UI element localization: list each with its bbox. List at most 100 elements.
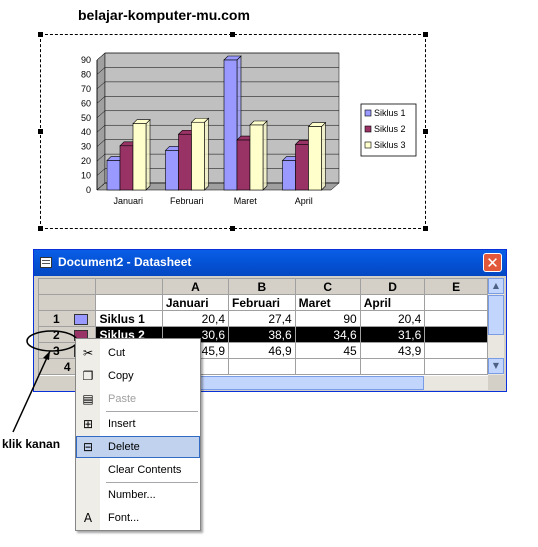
menu-separator [106,411,198,412]
annotation-label: klik kanan [2,437,61,451]
vertical-scroll-thumb[interactable] [488,295,504,335]
y-tick-label: 80 [81,69,91,79]
select-all-corner[interactable] [38,278,97,295]
menu-item-clear-contents[interactable]: Clear Contents [76,459,200,481]
bar-siklus-1 [165,150,179,191]
bar-siklus-1 [282,160,296,191]
column-header[interactable]: B [228,278,296,295]
value-cell[interactable] [294,358,361,375]
column-header[interactable]: D [359,278,426,295]
x-tick-label: Februari [170,196,204,206]
y-tick-label: 50 [81,113,91,123]
menu-item-label: Copy [108,370,134,382]
arrow-line [12,350,51,433]
menu-item-label: Number... [108,489,156,501]
vertical-scrollbar[interactable]: ▲ ▼ [488,278,504,375]
font-icon: A [83,511,93,525]
bar-siklus-3 [132,123,147,191]
datasheet-icon [40,257,52,268]
category-cell[interactable]: April [359,294,426,311]
value-cell[interactable]: 20,4 [359,310,426,327]
cell[interactable] [424,310,488,327]
value-cell[interactable]: 45 [294,342,361,359]
scroll-down-button[interactable]: ▼ [488,358,504,374]
arrow-head [43,351,50,360]
menu-item-label: Clear Contents [108,464,182,476]
value-cell[interactable]: 31,6 [359,326,426,343]
value-cell[interactable] [228,358,296,375]
column-header[interactable] [95,278,163,295]
bar-siklus-3 [191,121,205,191]
value-cell[interactable]: 27,4 [228,310,296,327]
legend-label: Siklus 3 [374,140,406,150]
delete-icon: ⊟ [82,440,94,454]
x-tick-label: Januari [113,196,143,206]
value-cell[interactable]: 34,6 [294,326,361,343]
y-tick-label: 60 [81,98,91,108]
legend-label: Siklus 2 [374,124,406,134]
x-tick-label: Maret [234,196,258,206]
site-title: belajar-komputer-mu.com [78,7,250,23]
cell[interactable] [424,294,488,311]
category-cell[interactable]: Februari [228,294,296,311]
value-cell[interactable]: 20,4 [161,310,230,327]
value-cell[interactable]: 90 [294,310,361,327]
menu-item-insert[interactable]: ⊞ Insert [76,413,200,435]
cell[interactable] [424,342,488,359]
bar-siklus-2 [119,145,134,191]
scroll-up-button[interactable]: ▲ [488,278,504,294]
menu-item-label: Delete [108,441,140,453]
bar-chart: 0 10 20 30 40 50 60 70 80 90 Januari Februari Maret A… [81,52,417,206]
horizontal-scrollbar[interactable] [164,376,488,390]
bar-side [204,117,209,191]
column-header[interactable]: E [424,278,488,295]
scissors-icon: ✂ [82,346,94,360]
context-menu: ✂ Cut ❐ Copy ▤ Paste ⊞ Insert ⊟ Delete Clear Conte… [75,338,201,531]
value-cell[interactable]: 46,9 [228,342,296,359]
close-button[interactable]: ✕ [483,253,502,272]
cell[interactable] [424,358,488,375]
legend-swatch [364,125,372,133]
column-header[interactable]: A [161,278,230,295]
y-tick-label: 70 [81,84,91,94]
menu-item-delete[interactable]: ⊟ Delete [76,436,200,458]
menu-item-font[interactable]: A Font... [76,507,200,529]
y-tick-label: 40 [81,127,91,137]
horizontal-scroll-thumb[interactable] [174,376,424,390]
category-cell[interactable]: Maret [294,294,361,311]
menu-item-copy[interactable]: ❐ Copy [76,365,200,387]
legend-swatch [364,141,372,149]
bar-siklus-1 [223,59,238,191]
column-header[interactable]: C [294,278,361,295]
bar-side [321,121,326,191]
value-cell[interactable] [359,358,426,375]
copy-icon: ❐ [82,369,94,383]
bar-siklus-2 [236,139,251,191]
bar-siklus-1 [106,160,121,191]
menu-item-number[interactable]: Number... [76,484,200,506]
value-cell[interactable]: 43,9 [359,342,426,359]
menu-item-label: Font... [108,512,140,524]
bar-siklus-3 [308,126,322,191]
category-cell[interactable]: Januari [161,294,230,311]
value-cell[interactable]: 38,6 [228,326,296,343]
legend-swatch [364,109,372,117]
bar-side [145,118,151,191]
category-row: Januari Februari Maret April [38,294,488,311]
x-tick-label: April [295,196,313,206]
menu-item-cut[interactable]: ✂ Cut [76,342,200,364]
row-header[interactable] [38,294,97,311]
cell[interactable] [424,326,488,343]
highlight-ellipse [26,330,78,352]
bar-side [262,120,268,191]
y-tick-label: 0 [86,185,91,195]
legend-label: Siklus 1 [374,108,406,118]
window-title: Document2 - Datasheet [58,255,192,269]
y-tick-label: 10 [81,171,91,181]
bar-siklus-2 [295,144,309,191]
window-titlebar[interactable]: Document2 - Datasheet ✕ [34,250,506,276]
cell[interactable] [95,294,163,311]
menu-separator [106,482,198,483]
chart-object-frame[interactable]: 0 10 20 30 40 50 60 70 80 90 Januari Februari Maret A… [38,32,428,231]
menu-item-paste[interactable]: ▤ Paste [76,388,200,410]
